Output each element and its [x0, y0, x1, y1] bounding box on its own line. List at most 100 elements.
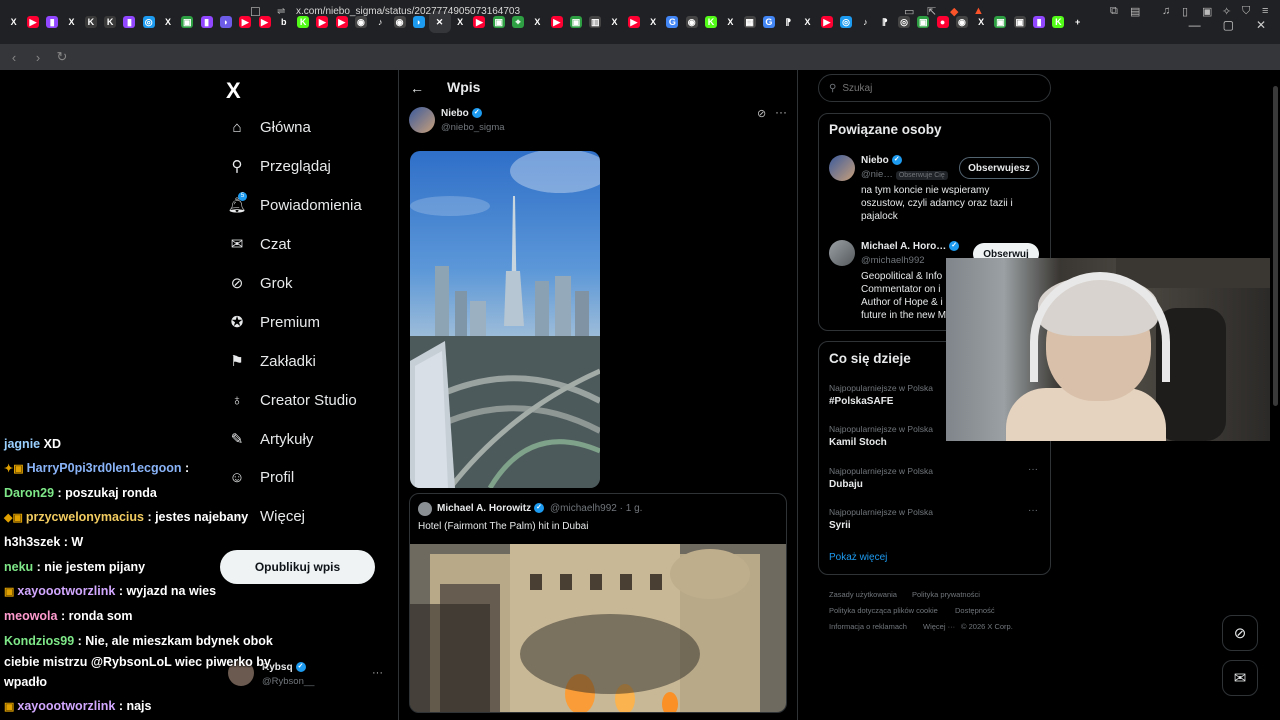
maximize-icon[interactable]: ▢ [1223, 18, 1234, 32]
browser-tab[interactable]: ▮ [197, 13, 216, 31]
chat-username[interactable]: neku [4, 560, 33, 574]
browser-tab[interactable]: ▶ [23, 13, 42, 31]
browser-tab[interactable]: ▣ [1010, 13, 1029, 31]
browser-tab[interactable]: ▶ [547, 13, 566, 31]
browser-tab[interactable]: ▮ [120, 13, 139, 31]
browser-tab[interactable]: ▣ [566, 13, 585, 31]
back-icon[interactable]: ‹ [4, 50, 24, 65]
reload-icon[interactable]: ↻ [52, 49, 72, 65]
nav-item-grok[interactable]: ⊘ Grok [228, 274, 293, 293]
chat-username[interactable]: jagnie [4, 437, 40, 451]
browser-tab[interactable]: ▶ [624, 13, 643, 31]
browser-tab[interactable]: X [798, 13, 817, 31]
chat-username[interactable]: przycwelonymacius [26, 510, 144, 524]
footer-terms[interactable]: Zasady użytkowania [829, 590, 897, 599]
chat-username[interactable]: Daron29 [4, 486, 54, 500]
nav-item-search[interactable]: ⚲ Przeglądaj [228, 157, 331, 176]
browser-tab[interactable]: X [158, 13, 177, 31]
footer-more[interactable]: Więcej ··· [923, 622, 955, 631]
nav-item-home[interactable]: ⌂ Główna [228, 118, 310, 136]
chat-username[interactable]: HarryP0pi3rd0len1ecgoon [27, 461, 182, 475]
browser-tab[interactable]: ▮ [43, 13, 62, 31]
browser-tab[interactable]: ◗ [216, 13, 235, 31]
nav-item-mail[interactable]: ✉ Czat [228, 235, 291, 254]
extensions-icon[interactable]: ⧉ [1110, 5, 1118, 18]
browser-tab[interactable]: ▮ [1029, 13, 1048, 31]
author-name[interactable]: Niebo ✓ [441, 108, 482, 119]
grok-explain-icon[interactable]: ⊘ [757, 107, 766, 120]
browser-tab[interactable]: + [1068, 13, 1087, 31]
search-box[interactable]: ⚲ [818, 74, 1051, 102]
browser-tab[interactable]: ♪ [856, 13, 875, 31]
chat-username[interactable]: meowola [4, 609, 58, 623]
browser-tab[interactable]: X [528, 13, 547, 31]
nav-item-bookmark[interactable]: ⚑ Zakładki [228, 352, 316, 371]
nav-item-bell[interactable]: 🔔︎ 5 Powiadomienia [227, 192, 362, 214]
footer-ads[interactable]: Informacja o reklamach [829, 622, 907, 631]
related-name-niebo[interactable]: Niebo ✓ [861, 155, 902, 166]
trend-item[interactable]: Syrii [829, 520, 851, 531]
wallet-icon[interactable]: ▤ [1130, 5, 1140, 18]
chat-username[interactable]: xayoootworzlink [17, 699, 115, 713]
browser-tab[interactable]: K [81, 13, 100, 31]
publish-button[interactable]: Opublikuj wpis [220, 550, 375, 584]
bookmark-page-icon[interactable]: ☐ [250, 5, 261, 19]
media-icon[interactable]: ♫ [1162, 5, 1170, 17]
browser-tab[interactable]: X [644, 13, 663, 31]
nav-item-articles[interactable]: ✎ Artykuły [228, 430, 314, 449]
chat-username[interactable]: xayoootworzlink [17, 584, 115, 598]
wallet2-icon[interactable]: ▣ [1202, 5, 1212, 18]
browser-tab[interactable]: X [721, 13, 740, 31]
close-window-icon[interactable]: ✕ [1256, 18, 1266, 32]
author-handle[interactable]: @niebo_sigma [441, 122, 505, 133]
footer-privacy[interactable]: Polityka prywatności [912, 590, 980, 599]
browser-tab[interactable]: ▦ [740, 13, 759, 31]
browser-tab[interactable]: ▶ [817, 13, 836, 31]
trend-more-icon[interactable]: ··· [1028, 505, 1038, 516]
footer-cookies[interactable]: Polityka dotycząca plików cookie [829, 606, 938, 615]
browser-tab[interactable]: X [605, 13, 624, 31]
browser-tab[interactable]: ▥ [586, 13, 605, 31]
footer-accessibility[interactable]: Dostępność [955, 606, 995, 615]
browser-tab[interactable]: ⁋ [779, 13, 798, 31]
messages-float-icon[interactable]: ✉ [1222, 660, 1258, 696]
scrollbar[interactable] [1273, 86, 1278, 406]
account-more-icon[interactable]: ··· [372, 667, 383, 679]
browser-tab[interactable]: K [100, 13, 119, 31]
browser-tab[interactable]: G [663, 13, 682, 31]
brave-shield-icon[interactable]: ◆ [950, 5, 958, 18]
install-icon[interactable]: ▭ [904, 5, 914, 18]
following-button[interactable]: Obserwujesz [959, 157, 1039, 179]
author-avatar[interactable] [409, 107, 435, 133]
browser-tab[interactable]: X [62, 13, 81, 31]
post-image[interactable] [410, 151, 600, 488]
minimize-icon[interactable]: — [1189, 18, 1201, 32]
forward-icon[interactable]: › [28, 50, 48, 65]
brave-rewards-icon[interactable]: ▲ [973, 5, 984, 17]
browser-tab[interactable]: ◎ [139, 13, 158, 31]
sidebar-toggle-icon[interactable]: ▯ [1182, 5, 1188, 18]
leo-icon[interactable]: ✧ [1222, 5, 1231, 18]
browser-tab[interactable]: ▣ [178, 13, 197, 31]
browser-tab[interactable]: ⁋ [875, 13, 894, 31]
share-icon[interactable]: ⇱ [927, 5, 936, 18]
chat-username[interactable]: h3h3szek [4, 535, 60, 549]
browser-tab[interactable]: ◎ [836, 13, 855, 31]
trend-item[interactable]: Kamil Stoch [829, 437, 887, 448]
back-arrow-icon[interactable]: ← [410, 80, 424, 96]
related-avatar-niebo[interactable] [829, 155, 855, 181]
nav-item-profile[interactable]: ☺ Profil [228, 468, 294, 486]
menu-icon[interactable]: ≡ [1262, 5, 1268, 17]
search-input[interactable] [842, 82, 1033, 94]
nav-item-creator[interactable]: ♁ Creator Studio [228, 391, 356, 409]
browser-tab[interactable]: G [759, 13, 778, 31]
post-more-icon[interactable]: ··· [775, 105, 787, 119]
related-name-horowitz[interactable]: Michael A. Horo… ✓ [861, 241, 960, 252]
trend-more-icon[interactable]: ··· [1028, 464, 1038, 475]
browser-tab[interactable]: X [4, 13, 23, 31]
quote-image[interactable] [410, 544, 786, 712]
site-info-icon[interactable]: ⇌ [277, 6, 285, 17]
show-more-link[interactable]: Pokaż więcej [829, 552, 887, 563]
browser-tab[interactable]: ◉ [682, 13, 701, 31]
x-logo[interactable]: X [226, 78, 241, 104]
